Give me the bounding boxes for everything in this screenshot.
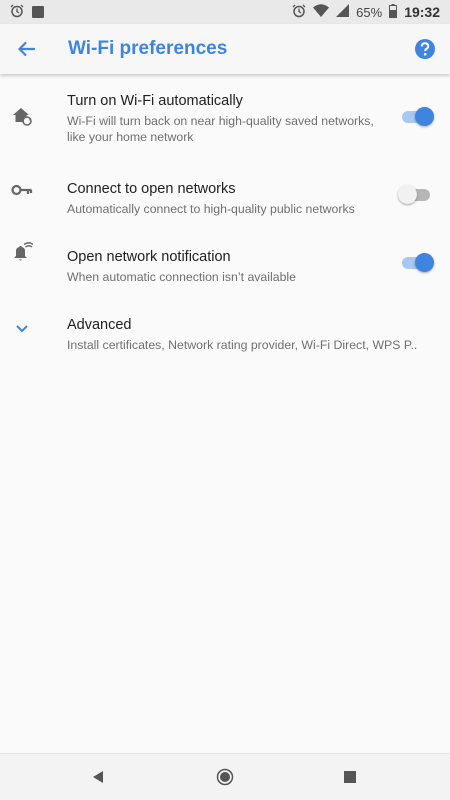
status-bar-left (10, 4, 44, 21)
pref-text: Open network notification When automatic… (67, 248, 380, 285)
nav-back-button[interactable] (68, 754, 128, 800)
pref-title: Advanced (67, 317, 132, 333)
back-button[interactable] (2, 24, 52, 74)
toggle-thumb (398, 185, 417, 204)
help-button[interactable] (400, 24, 450, 74)
cell-signal-icon (336, 4, 350, 20)
app-bar: Wi-Fi preferences (0, 24, 450, 74)
alarm-icon (10, 4, 24, 21)
pref-summary: Wi-Fi will turn back on near high-qualit… (67, 114, 374, 144)
pref-turn-on-wifi-automatically[interactable]: Turn on Wi-Fi automatically Wi-Fi will t… (0, 74, 450, 152)
pref-title: Open network notification (67, 249, 231, 265)
nav-home-icon (216, 768, 234, 786)
pref-text: Advanced Install certificates, Network r… (67, 316, 432, 353)
pref-text: Connect to open networks Automatically c… (67, 180, 380, 217)
pref-text: Turn on Wi-Fi automatically Wi-Fi will t… (67, 92, 380, 145)
nav-back-icon (93, 771, 103, 783)
network-notification-toggle[interactable] (400, 252, 434, 272)
battery-percent: 65% (356, 4, 383, 20)
toggle-thumb (415, 253, 434, 272)
home-autorenew-icon (10, 104, 34, 128)
status-bar: 65% 19:32 (0, 0, 450, 24)
wifi-auto-on-toggle[interactable] (400, 106, 434, 126)
pref-summary: Automatically connect to high-quality pu… (67, 202, 355, 216)
arrow-back-icon (17, 41, 35, 57)
battery-icon (389, 3, 398, 21)
nav-home-button[interactable] (195, 754, 255, 800)
page-title: Wi-Fi preferences (68, 38, 228, 59)
status-clock: 19:32 (404, 4, 440, 20)
wifi-preferences-screen: 65% 19:32 Wi-Fi preferences Turn on Wi-F… (0, 0, 450, 800)
status-bar-right: 65% 19:32 (292, 3, 440, 21)
pref-title: Turn on Wi-Fi automatically (67, 93, 243, 109)
wifi-signal-icon (313, 4, 330, 20)
toggle-thumb (415, 107, 434, 126)
help-circle-icon (415, 39, 435, 59)
preferences-list: Turn on Wi-Fi automatically Wi-Fi will t… (0, 74, 450, 356)
alarm-icon (292, 4, 306, 21)
key-icon (10, 178, 34, 202)
notification-wifi-icon (10, 240, 34, 264)
navigation-bar (0, 753, 450, 800)
pref-summary: Install certificates, Network rating pro… (67, 338, 418, 352)
chevron-down-icon (10, 316, 34, 340)
pref-summary: When automatic connection isn’t availabl… (67, 270, 296, 284)
pref-title: Connect to open networks (67, 181, 236, 197)
open-networks-toggle[interactable] (398, 184, 432, 204)
nav-recents-icon (344, 771, 356, 783)
pref-advanced[interactable]: Advanced Install certificates, Network r… (0, 288, 450, 356)
pref-open-network-notification[interactable]: Open network notification When automatic… (0, 220, 450, 288)
pref-connect-to-open-networks[interactable]: Connect to open networks Automatically c… (0, 152, 450, 220)
nav-recents-button[interactable] (320, 754, 380, 800)
notification-square-icon (32, 6, 44, 18)
